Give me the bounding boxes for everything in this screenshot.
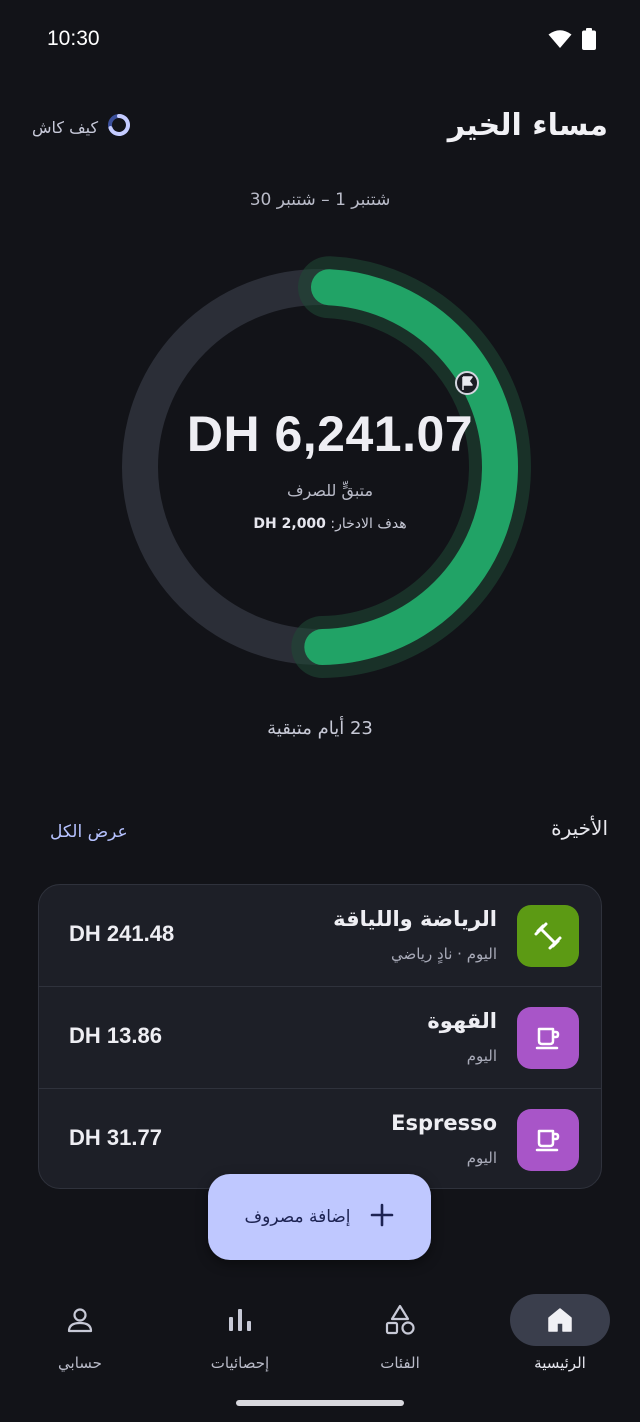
recent-title: الأخيرة [551, 816, 608, 840]
battery-icon [582, 28, 596, 54]
stats-icon [229, 1309, 251, 1331]
nav-pill-stats [190, 1294, 290, 1346]
nav-item-profile[interactable]: حسابي [0, 1294, 160, 1384]
transaction-category-icon [517, 905, 579, 967]
transaction-title: القهوة [427, 1009, 497, 1033]
transaction-category-icon [517, 1109, 579, 1171]
nav-pill-home [510, 1294, 610, 1346]
home-screen: 10:30 مساء الخير كيف كاش شتنبر 1 – شتنبر… [0, 0, 640, 1422]
transaction-subtitle: اليوم [466, 1047, 497, 1065]
nav-item-home[interactable]: الرئيسية [480, 1294, 640, 1384]
transaction-title: الرياضة واللياقة [333, 907, 497, 931]
nav-label-home: الرئيسية [534, 1354, 586, 1372]
status-time: 10:30 [47, 27, 100, 50]
home-icon [548, 1308, 572, 1332]
budget-gauge: DH 6,241.07 متبقٍّ للصرف هدف الادخار: DH… [110, 235, 550, 695]
nav-label-profile: حسابي [58, 1354, 102, 1372]
nav-item-categories[interactable]: الفئات [320, 1294, 480, 1384]
transaction-row[interactable]: القهوة اليوم DH 13.86 [39, 987, 601, 1089]
gauge-center: DH 6,241.07 متبقٍّ للصرف هدف الادخار: DH… [110, 405, 550, 532]
nav-pill-profile [30, 1294, 130, 1346]
transactions-card: الرياضة واللياقة اليوم · نادٍ رياضي DH 2… [38, 884, 602, 1189]
profile-icon [67, 1308, 93, 1333]
dumbbell-icon [534, 922, 562, 950]
brand-logo: كيف كاش [32, 112, 132, 142]
transaction-amount: DH 31.77 [69, 1125, 162, 1150]
goal-flag-icon [455, 371, 479, 395]
savings-goal: هدف الادخار: DH 2,000 [110, 516, 550, 532]
plus-icon [369, 1202, 395, 1233]
coffee-cup-icon [535, 1129, 560, 1152]
budget-period: شتنبر 1 – شتنبر 30 [249, 190, 391, 210]
home-indicator [236, 1400, 404, 1406]
savings-goal-value: DH 2,000 [253, 516, 326, 532]
brand-name: كيف كاش [32, 117, 99, 137]
add-expense-label: إضافة مصروف [244, 1207, 351, 1227]
brand-ring-icon [106, 112, 132, 142]
nav-label-stats: إحصائيات [210, 1354, 270, 1372]
transaction-amount: DH 13.86 [69, 1023, 162, 1048]
wifi-icon [548, 29, 572, 53]
transaction-category-icon [517, 1007, 579, 1069]
transaction-title: Espresso [391, 1111, 497, 1135]
view-all-link[interactable]: عرض الكل [50, 822, 128, 842]
coffee-cup-icon [535, 1027, 560, 1050]
transaction-subtitle: اليوم · نادٍ رياضي [390, 945, 497, 963]
categories-icon [385, 1304, 415, 1335]
status-bar: 10:30 [0, 0, 640, 80]
savings-goal-label: هدف الادخار: [330, 516, 407, 532]
days-left: 23 أيام متبقية [267, 718, 373, 739]
transaction-row[interactable]: الرياضة واللياقة اليوم · نادٍ رياضي DH 2… [39, 885, 601, 987]
status-icons [548, 28, 596, 54]
nav-pill-categories [350, 1294, 450, 1346]
remaining-amount: DH 6,241.07 [186, 406, 474, 462]
transaction-subtitle: اليوم [466, 1149, 497, 1167]
remaining-label: متبقٍّ للصرف [286, 481, 374, 500]
add-expense-button[interactable]: إضافة مصروف [208, 1174, 431, 1260]
nav-label-categories: الفئات [380, 1354, 420, 1372]
greeting-title: مساء الخير [447, 108, 608, 143]
transaction-amount: DH 241.48 [69, 921, 175, 946]
nav-item-stats[interactable]: إحصائيات [160, 1294, 320, 1384]
